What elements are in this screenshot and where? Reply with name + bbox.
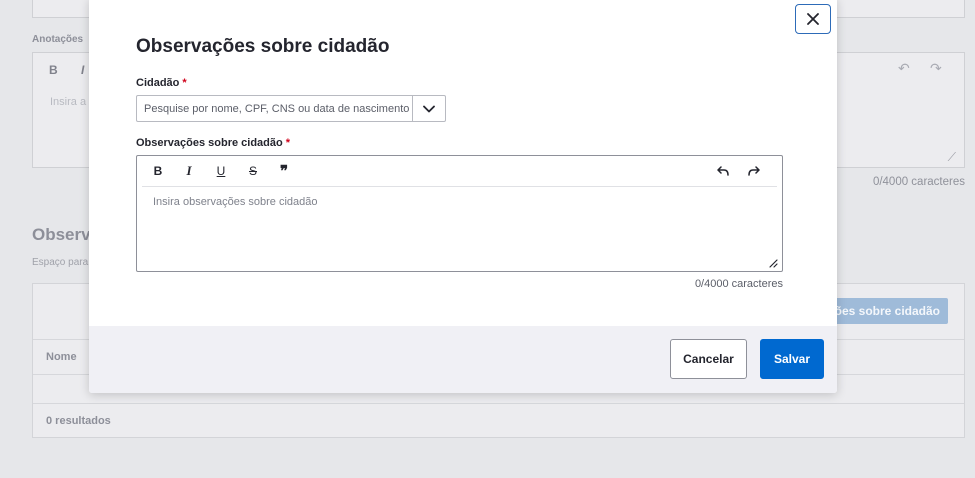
background-section-title: Observ [32, 225, 91, 244]
background-bold-button: B [49, 63, 58, 77]
underline-button[interactable]: U [210, 161, 232, 181]
observations-editor: B I U S ❞ [136, 155, 783, 272]
save-button[interactable]: Salvar [760, 339, 824, 379]
bold-button[interactable]: B [147, 161, 169, 181]
close-button[interactable] [795, 4, 831, 34]
chevron-down-icon [423, 105, 435, 112]
char-counter: 0/4000 caracteres [694, 278, 783, 290]
citizen-select-toggle[interactable] [412, 96, 445, 121]
editor-toolbar: B I U S ❞ [142, 156, 777, 187]
undo-button[interactable] [712, 161, 734, 181]
background-italic-button: I [81, 63, 85, 77]
background-section-subtitle: Espaço para [32, 257, 89, 268]
background-redo-icon: ↷ [930, 60, 942, 76]
cancel-button[interactable]: Cancelar [670, 339, 747, 379]
modal-title: Observações sobre cidadão [136, 36, 390, 57]
observations-modal: Observações sobre cidadão Cidadão* Obser… [89, 0, 837, 393]
modal-footer: Cancelar Salvar [89, 326, 837, 393]
background-table-header-name: Nome [46, 351, 77, 363]
observations-textarea[interactable] [153, 196, 763, 256]
background-resize-grip-icon: ⟋ [947, 150, 956, 164]
background-undo-icon: ↶ [898, 60, 910, 76]
undo-icon [717, 166, 729, 176]
citizen-select[interactable] [136, 95, 446, 122]
required-mark: * [182, 77, 187, 89]
required-mark: * [285, 137, 291, 149]
citizen-field-label: Cidadão * [136, 77, 187, 89]
observations-label-text: Observações sobre cidadão [136, 137, 283, 149]
background-editor-placeholder: Insira a [50, 96, 87, 108]
redo-icon [748, 166, 760, 176]
background-char-counter: 0/4000 caracteres [872, 176, 965, 188]
redo-button[interactable] [743, 161, 765, 181]
quote-button[interactable]: ❞ [273, 161, 295, 181]
background-results-count: 0 resultados [46, 415, 111, 427]
resize-grip-icon[interactable] [768, 258, 778, 268]
close-icon [807, 13, 819, 25]
citizen-label-text: Cidadão [136, 77, 180, 89]
observations-field-label: Observações sobre cidadão * [136, 137, 290, 149]
background-table-footer: 0 resultados [33, 403, 964, 439]
italic-button[interactable]: I [178, 161, 200, 181]
background-annotations-label: Anotações [32, 34, 84, 45]
citizen-search-input[interactable] [137, 96, 412, 121]
strikethrough-button[interactable]: S [242, 161, 264, 181]
